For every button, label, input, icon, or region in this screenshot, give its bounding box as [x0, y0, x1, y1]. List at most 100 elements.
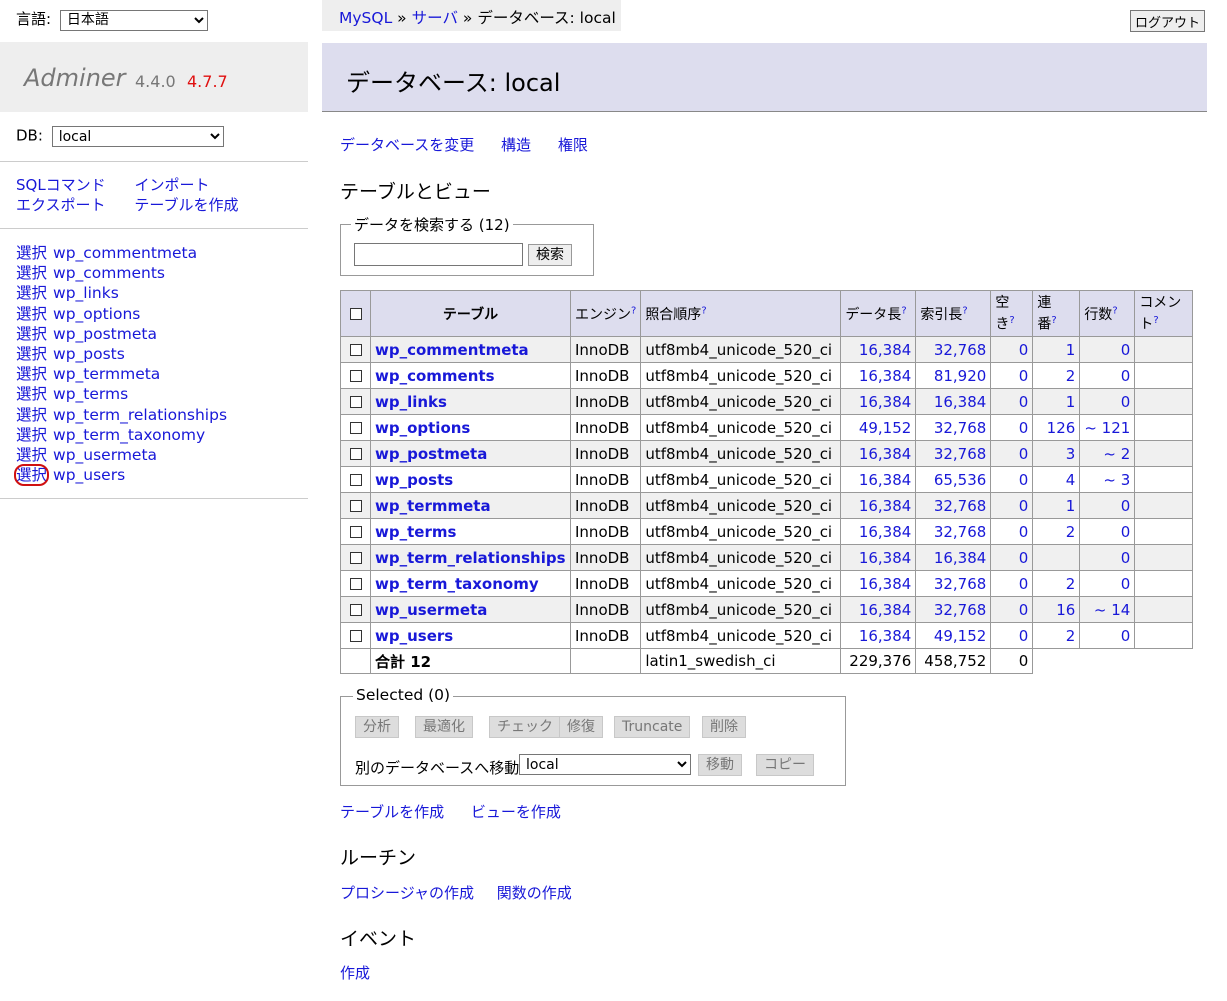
select-data-link[interactable]: 選択: [16, 385, 47, 403]
table-structure-link[interactable]: wp_terms: [53, 385, 128, 403]
table-structure-link[interactable]: wp_term_relationships: [53, 406, 227, 424]
rows-link[interactable]: 0: [1079, 570, 1136, 597]
select-data-link[interactable]: 選択: [16, 325, 47, 343]
check-button[interactable]: チェック: [489, 716, 561, 738]
adminer-logo[interactable]: Adminer: [24, 64, 126, 92]
language-select[interactable]: 日本語: [59, 9, 208, 31]
create-event-link[interactable]: 作成: [340, 964, 370, 982]
select-data-link[interactable]: 選択: [16, 284, 47, 302]
data-free-link[interactable]: 0: [990, 596, 1034, 623]
data-length-link[interactable]: 16,384: [840, 492, 917, 519]
privileges-link[interactable]: 権限: [558, 136, 588, 154]
auto-increment-link[interactable]: 2: [1032, 570, 1081, 597]
logout-button[interactable]: ログアウト: [1130, 10, 1205, 32]
row-checkbox[interactable]: [349, 630, 362, 642]
table-name-link[interactable]: wp_term_taxonomy: [375, 575, 539, 593]
select-data-link[interactable]: 選択: [16, 426, 47, 444]
import-link[interactable]: インポート: [134, 176, 209, 194]
row-checkbox[interactable]: [349, 604, 362, 616]
row-checkbox[interactable]: [349, 396, 362, 408]
data-free-link[interactable]: 0: [990, 570, 1034, 597]
table-name-link[interactable]: wp_commentmeta: [375, 341, 529, 359]
index-length-link[interactable]: 16,384: [915, 388, 992, 415]
index-length-link[interactable]: 32,768: [915, 414, 992, 441]
row-checkbox[interactable]: [349, 552, 362, 564]
move-db-select[interactable]: local: [519, 754, 691, 775]
table-name-link[interactable]: wp_comments: [375, 367, 495, 385]
rows-link[interactable]: 0: [1079, 336, 1136, 363]
auto-increment-link[interactable]: 2: [1032, 518, 1081, 545]
table-name-link[interactable]: wp_users: [375, 627, 453, 645]
analyze-button[interactable]: 分析: [355, 716, 399, 738]
data-free-link[interactable]: 0: [990, 544, 1034, 571]
row-checkbox[interactable]: [349, 344, 362, 356]
auto-increment-link[interactable]: 3: [1032, 440, 1081, 467]
data-length-link[interactable]: 16,384: [840, 596, 917, 623]
table-structure-link[interactable]: wp_postmeta: [53, 325, 157, 343]
table-structure-link[interactable]: wp_termmeta: [53, 365, 160, 383]
select-data-link[interactable]: 選択: [16, 305, 47, 323]
data-length-link[interactable]: 16,384: [840, 570, 917, 597]
data-free-link[interactable]: 0: [990, 336, 1034, 363]
index-length-link[interactable]: 81,920: [915, 362, 992, 389]
data-length-link[interactable]: 16,384: [840, 622, 917, 649]
data-length-link[interactable]: 16,384: [840, 362, 917, 389]
move-button[interactable]: 移動: [698, 754, 742, 776]
auto-increment-link[interactable]: 2: [1032, 362, 1081, 389]
rows-link[interactable]: ~ 14: [1079, 596, 1136, 623]
sql-command-link[interactable]: SQLコマンド: [16, 176, 106, 194]
help-icon[interactable]: ?: [1009, 315, 1014, 326]
index-length-link[interactable]: 32,768: [915, 336, 992, 363]
table-name-link[interactable]: wp_posts: [375, 471, 453, 489]
table-structure-link[interactable]: wp_users: [53, 466, 125, 484]
select-data-link[interactable]: 選択: [16, 365, 47, 383]
data-free-link[interactable]: 0: [990, 414, 1034, 441]
data-length-link[interactable]: 16,384: [840, 544, 917, 571]
help-icon[interactable]: ?: [962, 305, 967, 316]
index-length-link[interactable]: 16,384: [915, 544, 992, 571]
auto-increment-link[interactable]: 16: [1032, 596, 1081, 623]
table-name-link[interactable]: wp_term_relationships: [375, 549, 566, 567]
rows-link[interactable]: ~ 121: [1079, 414, 1136, 441]
row-checkbox[interactable]: [349, 578, 362, 590]
index-length-link[interactable]: 32,768: [915, 596, 992, 623]
table-structure-link[interactable]: wp_posts: [53, 345, 125, 363]
rows-link[interactable]: 0: [1079, 362, 1136, 389]
row-checkbox[interactable]: [349, 448, 362, 460]
repair-button[interactable]: 修復: [559, 716, 603, 738]
auto-increment-link[interactable]: 126: [1032, 414, 1081, 441]
data-length-link[interactable]: 49,152: [840, 414, 917, 441]
data-free-link[interactable]: 0: [990, 492, 1034, 519]
help-icon[interactable]: ?: [1112, 305, 1117, 316]
help-icon[interactable]: ?: [701, 305, 706, 316]
copy-button[interactable]: コピー: [756, 754, 814, 776]
auto-increment-link[interactable]: 1: [1032, 388, 1081, 415]
data-free-link[interactable]: 0: [990, 622, 1034, 649]
select-data-link[interactable]: 選択: [16, 244, 47, 262]
select-data-link[interactable]: 選択: [13, 464, 50, 487]
table-structure-link[interactable]: wp_comments: [53, 264, 165, 282]
table-structure-link[interactable]: wp_commentmeta: [53, 244, 197, 262]
select-all-checkbox[interactable]: [349, 307, 362, 320]
data-free-link[interactable]: 0: [990, 362, 1034, 389]
table-name-link[interactable]: wp_termmeta: [375, 497, 491, 515]
search-button[interactable]: 検索: [528, 244, 572, 266]
table-name-link[interactable]: wp_usermeta: [375, 601, 487, 619]
search-input[interactable]: [354, 243, 523, 266]
rows-link[interactable]: 0: [1079, 544, 1136, 571]
index-length-link[interactable]: 32,768: [915, 440, 992, 467]
row-checkbox[interactable]: [349, 526, 362, 538]
alter-database-link[interactable]: データベースを変更: [340, 136, 474, 154]
drop-button[interactable]: 削除: [702, 716, 746, 738]
auto-increment-link[interactable]: [1032, 544, 1081, 571]
table-name-link[interactable]: wp_postmeta: [375, 445, 487, 463]
data-length-link[interactable]: 16,384: [840, 388, 917, 415]
new-version-link[interactable]: 4.7.7: [187, 72, 228, 91]
index-length-link[interactable]: 49,152: [915, 622, 992, 649]
breadcrumb-server[interactable]: サーバ: [412, 9, 458, 27]
create-table-link[interactable]: テーブルを作成: [134, 196, 238, 214]
table-name-link[interactable]: wp_links: [375, 393, 447, 411]
row-checkbox[interactable]: [349, 422, 362, 434]
help-icon[interactable]: ?: [1051, 315, 1056, 326]
table-structure-link[interactable]: wp_usermeta: [53, 446, 157, 464]
